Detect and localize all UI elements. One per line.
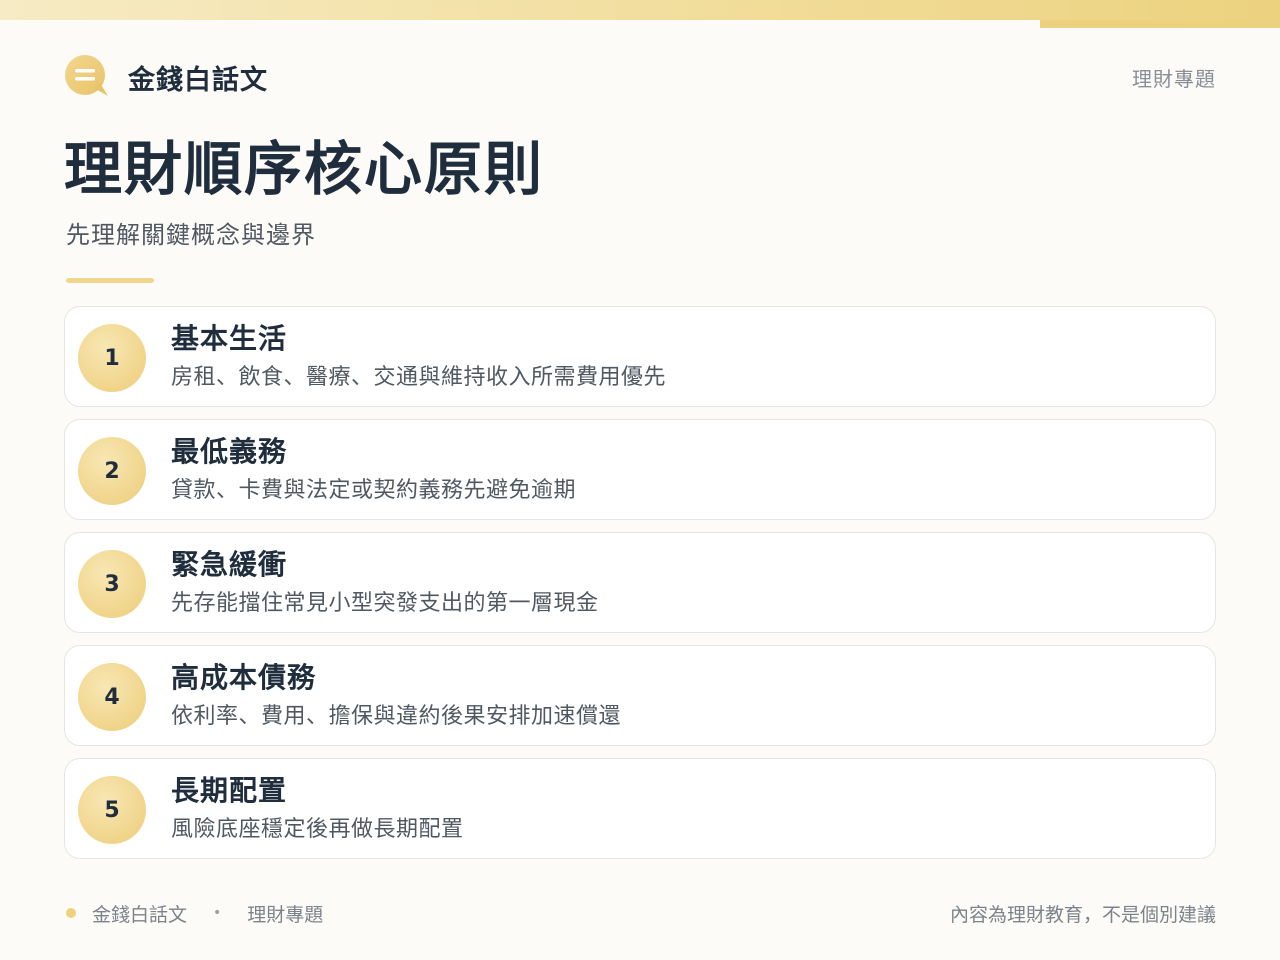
step-description: 房租、飲食、醫療、交通與維持收入所需費用優先 [171, 365, 667, 390]
step-number-badge: 4 [78, 663, 146, 731]
step-number-badge: 1 [78, 324, 146, 392]
step-title: 基本生活 [171, 322, 288, 355]
steps-list: 1 基本生活 房租、飲食、醫療、交通與維持收入所需費用優先 2 最低義務 貸款、… [64, 306, 1216, 871]
step-card: 4 高成本債務 依利率、費用、擔保與違約後果安排加速償還 [64, 645, 1216, 746]
footer-separator: • [213, 905, 222, 921]
footer-breadcrumb: 金錢白話文 • 理財專題 [64, 900, 323, 927]
step-number-badge: 2 [78, 437, 146, 505]
step-card: 3 緊急緩衝 先存能擋住常見小型突發支出的第一層現金 [64, 532, 1216, 633]
step-card: 5 長期配置 風險底座穩定後再做長期配置 [64, 758, 1216, 859]
page-footer: 金錢白話文 • 理財專題 內容為理財教育，不是個別建議 [64, 898, 1216, 928]
step-title: 緊急緩衝 [171, 548, 288, 581]
brand[interactable]: 金錢白話文 [64, 54, 268, 100]
speech-bubble-icon [65, 55, 108, 96]
step-card: 1 基本生活 房租、飲食、醫療、交通與維持收入所需費用優先 [64, 306, 1216, 407]
step-number-badge: 3 [78, 550, 146, 618]
step-title: 長期配置 [171, 774, 288, 807]
title-divider [66, 278, 154, 283]
step-description: 貸款、卡費與法定或契約義務先避免逾期 [171, 478, 577, 503]
step-number-badge: 5 [78, 776, 146, 844]
brand-name: 金錢白話文 [128, 64, 268, 96]
footer-topic[interactable]: 理財專題 [247, 900, 323, 927]
page-header: 金錢白話文 理財專題 [64, 52, 1216, 102]
page-title: 理財順序核心原則 [64, 135, 545, 203]
step-card: 2 最低義務 貸款、卡費與法定或契約義務先避免逾期 [64, 419, 1216, 520]
step-description: 先存能擋住常見小型突發支出的第一層現金 [171, 591, 599, 616]
top-accent-notch [1040, 20, 1280, 28]
step-title: 高成本債務 [171, 661, 317, 694]
footer-brand[interactable]: 金錢白話文 [92, 900, 187, 927]
step-title: 最低義務 [171, 435, 288, 468]
header-topic[interactable]: 理財專題 [1132, 63, 1216, 92]
step-description: 風險底座穩定後再做長期配置 [171, 817, 464, 842]
top-accent-bar [0, 0, 1280, 20]
footer-dot-icon [66, 908, 76, 918]
footer-disclaimer: 內容為理財教育，不是個別建議 [949, 903, 1216, 926]
step-description: 依利率、費用、擔保與違約後果安排加速償還 [171, 704, 622, 729]
page-subtitle: 先理解關鍵概念與邊界 [66, 221, 316, 249]
